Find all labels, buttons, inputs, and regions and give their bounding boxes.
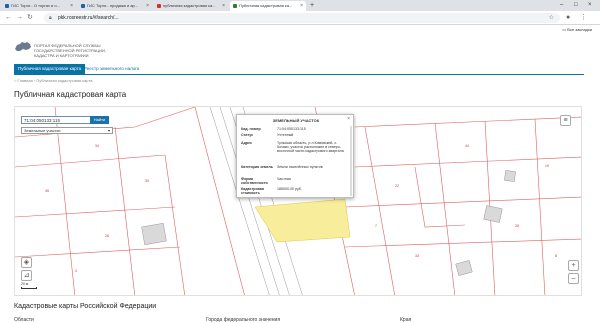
layers-toolbar-icon[interactable]: ≡ [560, 115, 571, 126]
bookmark-star-icon[interactable]: ☆ [549, 13, 554, 23]
tab-label: публичная кадастровая ка... [163, 3, 216, 8]
scale-label: 20 м [21, 282, 29, 286]
nav-underline [14, 74, 584, 75]
parcel-number-label: 34 [95, 144, 99, 148]
browser-tab-1[interactable]: ГИС Торги - О торгах и о... × [2, 1, 76, 11]
zoom-out-icon[interactable]: – [568, 273, 579, 284]
popup-row-key: Статус [241, 133, 254, 137]
column-heading-federal-cities: Города федерального значения [206, 317, 281, 323]
close-icon[interactable]: × [347, 116, 350, 122]
page-title: Публичная кадастровая карта [14, 90, 127, 99]
parcel-number-label: 19 [545, 164, 549, 168]
parcel-number-label: 44 [465, 144, 469, 148]
parcel-number-label: 45 [45, 189, 49, 193]
tab-public-cadastral-map[interactable]: Публичная кадастровая карта [14, 64, 86, 74]
browser-tab-4-active[interactable]: Публичная кадастровая ка... × [230, 1, 306, 11]
parcel-number-label: 7 [375, 224, 377, 228]
popup-row-value: Земли населённых пунктов [277, 165, 323, 169]
reload-icon[interactable]: ↻ [27, 13, 33, 23]
new-tab-icon[interactable]: + [310, 1, 314, 11]
measure-tool-icon[interactable]: ⊿ [21, 270, 32, 281]
tab-land-tax-registry[interactable]: Реестр земельного налога [80, 64, 143, 74]
popup-row-value: Тульская область, р-н Кимовский, с. Коча… [277, 141, 344, 153]
tab-favicon-icon [157, 4, 161, 8]
url-text: pkk.rosreestr.ru/#/search/... [58, 15, 119, 21]
profile-icon[interactable]: ● [566, 13, 570, 23]
building-shape [483, 205, 503, 223]
parcel-number-label: 8 [555, 254, 557, 258]
popup-row-key: Адрес [241, 141, 253, 145]
tab-label: Публичная кадастровая ка... [239, 3, 293, 8]
browser-tab-3[interactable]: публичная кадастровая ка... × [154, 1, 228, 11]
parcel-number-label: 22 [395, 184, 399, 188]
map-scale: 20 м [21, 282, 37, 289]
close-tab-icon[interactable]: × [300, 1, 303, 11]
tab-favicon-icon [233, 4, 237, 8]
popup-title: ЗЕМЕЛЬНЫЙ УЧАСТОК [272, 118, 320, 123]
forward-icon[interactable]: → [16, 13, 23, 23]
section-title: Кадастровые карты Российской Федерации [14, 303, 157, 310]
address-bar[interactable]: 🔒︎ pkk.rosreestr.ru/#/search/... ☆ [44, 13, 560, 23]
object-type-select[interactable]: Земельные участки ▾ [21, 127, 113, 134]
breadcrumb-current: Публичная кадастровая карта [36, 78, 93, 83]
cadastral-map[interactable]: 34 45 30 26 22 44 33 25 19 7 8 4 71:04:0… [14, 106, 582, 296]
rosreestr-logo-icon[interactable] [14, 40, 32, 54]
scale-bar [21, 287, 37, 289]
tab-label: ГИС Торги - О торгах и о... [11, 3, 60, 8]
parcel-number-label: 33 [415, 254, 419, 258]
object-type-value: Земельные участки [24, 128, 61, 133]
parcel-number-label: 25 [515, 224, 519, 228]
popup-row-key: Категория земель [241, 165, 273, 169]
all-bookmarks-link[interactable]: ▭ Все закладки [562, 27, 592, 32]
close-tab-icon[interactable]: × [146, 1, 149, 11]
chevron-down-icon: ▾ [107, 128, 110, 133]
browser-tab-bar: ГИС Торги - О торгах и о... × ГИС Торги … [0, 0, 600, 11]
minimize-icon[interactable]: – [560, 0, 563, 11]
building-shape [504, 170, 516, 182]
parcel-number-label: 4 [75, 269, 77, 273]
breadcrumb: ⌂ Главная › Публичная кадастровая карта [14, 78, 92, 83]
bookmarks-label: Все закладки [567, 27, 592, 32]
browser-tab-2[interactable]: ГИС Торги - продажа и ар... × [78, 1, 152, 11]
maximize-icon[interactable]: □ [574, 0, 578, 11]
tab-favicon-icon [5, 4, 9, 8]
logo-text: ПОРТАЛ ФЕДЕРАЛЬНОЙ СЛУЖБЫ ГОСУДАРСТВЕННО… [34, 43, 106, 58]
popup-row-value: 185000.00 руб. [277, 187, 302, 191]
selected-parcel[interactable] [254, 198, 351, 243]
basemap-switch-icon[interactable]: ◈ [21, 257, 32, 268]
breadcrumb-home[interactable]: Главная [18, 78, 33, 83]
building-shape [141, 222, 167, 246]
popup-row-value: Частная [277, 177, 291, 181]
close-tab-icon[interactable]: × [70, 1, 73, 11]
popup-row-key: Кад. номер [241, 127, 261, 131]
parcel-number-label: 30 [145, 179, 149, 183]
popup-row-value: Учтенный [277, 133, 294, 137]
close-window-icon[interactable]: × [588, 0, 592, 11]
building-shape [455, 260, 473, 276]
popup-row-key: Форма собственности [241, 177, 268, 185]
column-heading-regions: Области [14, 317, 34, 323]
search-button-label: Найти [93, 117, 106, 122]
search-button[interactable]: Найти [90, 116, 109, 124]
lock-icon: 🔒︎ [49, 15, 52, 21]
logo-text-line: КАДАСТРА И КАРТОГРАФИИ [34, 53, 89, 58]
column-heading-krais: Края [400, 317, 412, 323]
tab-label: ГИС Торги - продажа и ар... [87, 3, 139, 8]
parcel-number-label: 26 [105, 234, 109, 238]
zoom-in-icon[interactable]: + [568, 260, 579, 271]
popup-row-value: 71:04:050133:115 [277, 127, 306, 131]
popup-scrollbar[interactable] [350, 126, 352, 196]
browser-toolbar: ← → ↻ 🔒︎ pkk.rosreestr.ru/#/search/... ☆… [0, 11, 600, 25]
back-icon[interactable]: ← [5, 13, 12, 23]
menu-kebab-icon[interactable]: ⋮ [580, 13, 587, 23]
popup-row-key: Кадастровая стоимость [241, 187, 264, 195]
close-tab-icon[interactable]: × [222, 1, 225, 11]
tab-favicon-icon [81, 4, 85, 8]
parcel-info-popup: ЗЕМЕЛЬНЫЙ УЧАСТОК × Кад. номер 71:04:050… [236, 114, 354, 198]
